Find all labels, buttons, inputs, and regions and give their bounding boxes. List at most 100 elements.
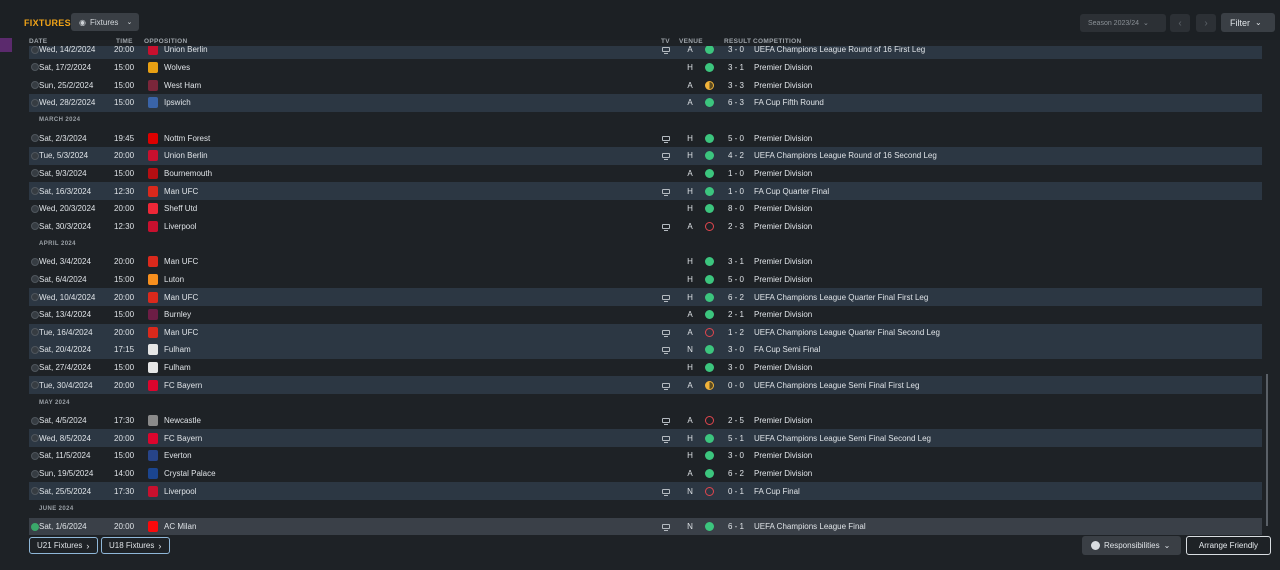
fixture-score[interactable]: 6 - 2 [728, 469, 744, 478]
fixture-row[interactable]: Sat, 1/6/2024 20:00 AC Milan N 6 - 1 UEFA Cha… [29, 517, 1262, 536]
fixture-competition[interactable]: UEFA Champions League Round of 16 First … [754, 46, 925, 54]
fixture-competition[interactable]: Premier Division [754, 275, 812, 284]
fixture-competition[interactable]: Premier Division [754, 363, 812, 372]
fixture-score[interactable]: 4 - 2 [728, 151, 744, 160]
fixture-row[interactable]: Sat, 30/3/2024 12:30 Liverpool A 2 - 3 Premie… [29, 218, 1262, 236]
fixtures-list[interactable]: Wed, 14/2/2024 20:00 Union Berlin A 3 - 0 UEF… [29, 46, 1262, 537]
fixture-row[interactable]: Sat, 4/5/2024 17:30 Newcastle A 2 - 5 Premier… [29, 412, 1262, 430]
fixture-score[interactable]: 1 - 0 [728, 187, 744, 196]
col-header-time[interactable]: TIME [116, 38, 133, 45]
opposition-link[interactable]: Newcastle [164, 416, 201, 425]
fixture-row[interactable]: Sun, 25/2/2024 15:00 West Ham A 3 - 3 Premier… [29, 76, 1262, 94]
fixture-score[interactable]: 2 - 3 [728, 222, 744, 231]
fixture-competition[interactable]: Premier Division [754, 310, 812, 319]
responsibilities-button[interactable]: Responsibilities ⌄ [1082, 536, 1181, 555]
opposition-link[interactable]: Sheff Utd [164, 204, 197, 213]
fixture-score[interactable]: 3 - 0 [728, 46, 744, 54]
fixture-score[interactable]: 2 - 5 [728, 416, 744, 425]
opposition-link[interactable]: Bournemouth [164, 169, 212, 178]
fixture-score[interactable]: 6 - 1 [728, 522, 744, 531]
opposition-link[interactable]: Union Berlin [164, 151, 208, 160]
opposition-link[interactable]: Everton [164, 451, 192, 460]
fixture-row[interactable]: Sat, 17/2/2024 15:00 Wolves H 3 - 1 Premier D… [29, 59, 1262, 77]
fixture-competition[interactable]: UEFA Champions League Final [754, 522, 866, 531]
fixture-row[interactable]: Wed, 28/2/2024 15:00 Ipswich A 6 - 3 FA Cup F… [29, 93, 1262, 112]
fixture-row[interactable]: Tue, 16/4/2024 20:00 Man UFC A 1 - 2 UEFA Cha… [29, 323, 1262, 342]
opposition-link[interactable]: Burnley [164, 310, 191, 319]
fixtures-view-dropdown[interactable]: ◉ Fixtures ⌄ [71, 13, 139, 31]
u21-fixtures-button[interactable]: U21 Fixtures › [29, 537, 98, 554]
opposition-link[interactable]: FC Bayern [164, 381, 202, 390]
prev-season-button[interactable]: ‹ [1170, 14, 1190, 32]
filter-button[interactable]: Filter ⌄ [1221, 13, 1275, 32]
fixture-competition[interactable]: UEFA Champions League Semi Final First L… [754, 381, 919, 390]
fixture-score[interactable]: 3 - 0 [728, 451, 744, 460]
fixture-row[interactable]: Wed, 10/4/2024 20:00 Man UFC H 6 - 2 UEFA Cha… [29, 288, 1262, 306]
fixture-row[interactable]: Wed, 14/2/2024 20:00 Union Berlin A 3 - 0 UEF… [29, 46, 1262, 59]
opposition-link[interactable]: West Ham [164, 81, 201, 90]
opposition-link[interactable]: Liverpool [164, 222, 196, 231]
opposition-link[interactable]: Ipswich [164, 98, 191, 107]
fixture-score[interactable]: 3 - 0 [728, 363, 744, 372]
fixture-competition[interactable]: UEFA Champions League Quarter Final Firs… [754, 293, 928, 302]
fixture-competition[interactable]: Premier Division [754, 257, 812, 266]
opposition-link[interactable]: Union Berlin [164, 46, 208, 54]
opposition-link[interactable]: Man UFC [164, 187, 198, 196]
next-season-button[interactable]: › [1196, 14, 1216, 32]
fixture-score[interactable]: 5 - 1 [728, 434, 744, 443]
fixture-competition[interactable]: Premier Division [754, 134, 812, 143]
fixture-row[interactable]: Wed, 8/5/2024 20:00 FC Bayern H 5 - 1 UEFA Ch… [29, 429, 1262, 448]
fixture-row[interactable]: Sat, 16/3/2024 12:30 Man UFC H 1 - 0 FA Cup Q… [29, 182, 1262, 200]
opposition-link[interactable]: Fulham [164, 363, 191, 372]
fixture-row[interactable]: Sat, 20/4/2024 17:15 Fulham N 3 - 0 FA Cup Se… [29, 341, 1262, 359]
fixture-score[interactable]: 5 - 0 [728, 275, 744, 284]
col-header-result[interactable]: RESULT [724, 38, 751, 45]
opposition-link[interactable]: AC Milan [164, 522, 196, 531]
fixture-competition[interactable]: Premier Division [754, 204, 812, 213]
col-header-date[interactable]: DATE [29, 38, 47, 45]
fixture-score[interactable]: 3 - 1 [728, 63, 744, 72]
fixture-score[interactable]: 3 - 0 [728, 345, 744, 354]
fixture-row[interactable]: Sat, 2/3/2024 19:45 Nottm Forest H 5 - 0 Prem… [29, 129, 1262, 147]
fixture-competition[interactable]: FA Cup Final [754, 487, 800, 496]
fixture-competition[interactable]: UEFA Champions League Semi Final Second … [754, 434, 931, 443]
fixture-score[interactable]: 8 - 0 [728, 204, 744, 213]
fixture-competition[interactable]: FA Cup Fifth Round [754, 98, 824, 107]
fixture-score[interactable]: 1 - 2 [728, 328, 744, 337]
fixture-score[interactable]: 3 - 1 [728, 257, 744, 266]
fixture-competition[interactable]: FA Cup Quarter Final [754, 187, 829, 196]
opposition-link[interactable]: Wolves [164, 63, 190, 72]
fixture-competition[interactable]: Premier Division [754, 81, 812, 90]
fixture-score[interactable]: 1 - 0 [728, 169, 744, 178]
arrange-friendly-button[interactable]: Arrange Friendly [1186, 536, 1271, 555]
fixture-score[interactable]: 6 - 2 [728, 293, 744, 302]
opposition-link[interactable]: Fulham [164, 345, 191, 354]
fixture-row[interactable]: Sat, 13/4/2024 15:00 Burnley A 2 - 1 Premier … [29, 306, 1262, 324]
scrollbar[interactable] [1266, 374, 1268, 526]
fixture-competition[interactable]: Premier Division [754, 222, 812, 231]
fixture-row[interactable]: Tue, 30/4/2024 20:00 FC Bayern A 0 - 0 UEFA C… [29, 376, 1262, 395]
opposition-link[interactable]: FC Bayern [164, 434, 202, 443]
u18-fixtures-button[interactable]: U18 Fixtures › [101, 537, 170, 554]
fixture-competition[interactable]: UEFA Champions League Quarter Final Seco… [754, 328, 940, 337]
fixture-score[interactable]: 6 - 3 [728, 98, 744, 107]
opposition-link[interactable]: Nottm Forest [164, 134, 210, 143]
col-header-competition[interactable]: COMPETITION [753, 38, 801, 45]
fixture-row[interactable]: Sat, 25/5/2024 17:30 Liverpool N 0 - 1 FA Cup… [29, 482, 1262, 501]
fixture-score[interactable]: 5 - 0 [728, 134, 744, 143]
opposition-link[interactable]: Liverpool [164, 487, 196, 496]
fixture-score[interactable]: 0 - 0 [728, 381, 744, 390]
opposition-link[interactable]: Crystal Palace [164, 469, 216, 478]
col-header-venue[interactable]: VENUE [679, 38, 703, 45]
opposition-link[interactable]: Man UFC [164, 328, 198, 337]
fixture-competition[interactable]: Premier Division [754, 416, 812, 425]
season-selector[interactable]: Season 2023/24 ⌄ [1080, 14, 1166, 32]
col-header-opposition[interactable]: OPPOSITION [144, 38, 187, 45]
opposition-link[interactable]: Luton [164, 275, 184, 284]
fixture-competition[interactable]: Premier Division [754, 169, 812, 178]
fixture-score[interactable]: 3 - 3 [728, 81, 744, 90]
fixture-row[interactable]: Sat, 9/3/2024 15:00 Bournemouth A 1 - 0 Premi… [29, 165, 1262, 183]
fixture-row[interactable]: Wed, 20/3/2024 20:00 Sheff Utd H 8 - 0 Premie… [29, 200, 1262, 218]
fixture-row[interactable]: Sat, 6/4/2024 15:00 Luton H 5 - 0 Premier Div… [29, 271, 1262, 289]
opposition-link[interactable]: Man UFC [164, 257, 198, 266]
